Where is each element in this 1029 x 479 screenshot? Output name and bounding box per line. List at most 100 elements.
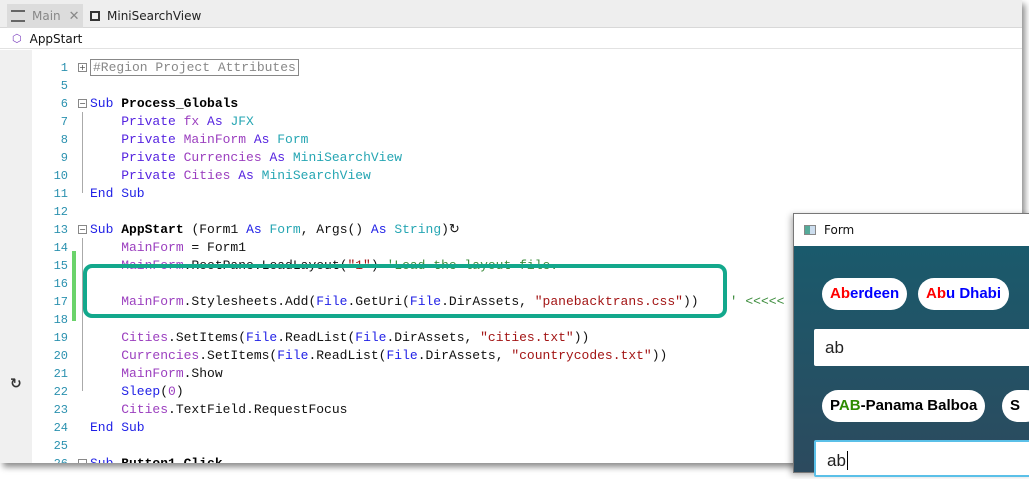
code-token: Button1_Click <box>121 456 222 463</box>
chip-rest: u Dhabi <box>946 285 1001 302</box>
input-value: ab <box>827 451 846 470</box>
line-number: 1 <box>60 61 68 75</box>
tab-main[interactable]: Main ✕ <box>7 4 83 28</box>
line-number: 12 <box>53 205 68 219</box>
code-token: As <box>246 222 270 237</box>
code-token: .SetItems( <box>199 348 278 363</box>
code-token: .TextField.RequestFocus <box>168 402 348 417</box>
code-token: MainForm <box>90 366 184 381</box>
code-token: File <box>246 330 278 345</box>
code-token: As <box>253 132 278 147</box>
tab-bar: Main ✕ MiniSearchView <box>0 0 1022 28</box>
form-titlebar: Form <box>794 214 1029 245</box>
code-token: File <box>277 348 309 363</box>
chip-prefix: P <box>830 397 839 414</box>
form-title: Form <box>824 222 855 237</box>
code-text: End Sub <box>90 419 145 437</box>
code-text: End Sub <box>90 185 145 203</box>
code-token: Cities <box>90 402 169 417</box>
code-token: MiniSearchView <box>292 150 403 165</box>
currency-chip[interactable]: PAB-Panama Balboa <box>822 390 986 422</box>
code-token: "cities.txt" <box>480 330 574 345</box>
line-number: 5 <box>60 79 68 93</box>
chip-match: AB <box>838 397 861 414</box>
code-token: Private <box>90 168 184 183</box>
line-number: 21 <box>53 367 68 381</box>
code-token: Private <box>90 132 184 147</box>
form-body: Aberdeen Abu Dhabi ab PAB-Panama Balboa … <box>794 246 1029 477</box>
code-token: Sub <box>90 222 122 237</box>
line-number: 8 <box>60 133 68 147</box>
code-token: As <box>207 114 231 129</box>
collapse-icon[interactable]: − <box>78 459 87 463</box>
tab-label: MiniSearchView <box>107 9 202 23</box>
chip-rest: -Panama Balboa <box>860 397 978 414</box>
class-module-icon <box>90 11 100 21</box>
code-line[interactable]: 10 Private Cities As MiniSearchView <box>0 167 1022 185</box>
code-token: .DirAssets, <box>386 330 481 345</box>
line-number: 10 <box>53 169 68 183</box>
code-text: Sleep(0) <box>90 383 183 401</box>
line-number: 7 <box>60 115 68 129</box>
close-icon[interactable]: ✕ <box>69 9 80 24</box>
line-number: 20 <box>53 349 68 363</box>
expand-icon[interactable]: + <box>78 63 87 72</box>
code-token: Currencies <box>183 150 270 165</box>
tab-minisearchview[interactable]: MiniSearchView <box>90 4 201 28</box>
chip-match: Ab <box>926 285 946 302</box>
code-token: JFX <box>230 114 254 129</box>
code-token: ( <box>160 384 169 399</box>
fold-guide <box>82 112 83 193</box>
code-token: )) <box>651 348 668 363</box>
code-token: Sub <box>90 96 122 111</box>
code-token: As <box>269 150 293 165</box>
code-text: #Region Project Attributes <box>90 59 299 77</box>
code-token: )) <box>573 330 590 345</box>
code-token: Sub <box>90 456 121 463</box>
breadcrumb[interactable]: ⬡ AppStart <box>0 29 1022 49</box>
code-token: MainForm <box>183 132 254 147</box>
code-token: Cities <box>183 168 239 183</box>
city-chip[interactable]: Aberdeen <box>822 278 908 310</box>
code-text: Sub Process_Globals <box>90 95 238 113</box>
code-line[interactable]: 8 Private MainForm As Form <box>0 131 1022 149</box>
code-line[interactable]: 11 End Sub <box>0 185 1022 203</box>
code-token: Private <box>90 114 184 129</box>
code-line[interactable]: 9 Private Currencies As MiniSearchView <box>0 149 1022 167</box>
chip-rest: erdeen <box>850 285 900 302</box>
collapse-icon[interactable]: − <box>78 99 87 108</box>
designer-icon <box>11 10 25 22</box>
code-token: .Show <box>183 366 223 381</box>
code-token: MiniSearchView <box>261 168 371 183</box>
highlight-box <box>83 264 727 318</box>
city-search-input[interactable]: ab <box>814 329 1029 366</box>
line-number: 16 <box>53 277 68 291</box>
line-number: 23 <box>53 403 68 417</box>
code-line[interactable]: 6 − Sub Process_Globals <box>0 95 1022 113</box>
code-text: Private Cities As MiniSearchView <box>90 167 371 185</box>
currency-search-input[interactable]: ab <box>814 440 1029 477</box>
code-token: As <box>370 222 395 237</box>
code-token: File <box>386 348 418 363</box>
code-line[interactable]: 1 + #Region Project Attributes <box>0 59 1022 77</box>
currency-chip[interactable]: S <box>1002 390 1029 422</box>
code-line[interactable]: 7 Private fx As JFX <box>0 113 1022 131</box>
code-text: Cities.TextField.RequestFocus <box>90 401 347 419</box>
change-marker <box>72 251 76 321</box>
code-token: .DirAssets, <box>417 348 512 363</box>
code-token: ' <<<<< <box>729 294 785 309</box>
code-token: .ReadList( <box>277 330 356 345</box>
code-line[interactable]: 5 <box>0 77 1022 95</box>
code-token: "countrycodes.txt" <box>511 348 652 363</box>
breadcrumb-label: AppStart <box>29 31 83 46</box>
line-number: 11 <box>53 187 68 201</box>
code-text: Private MainForm As Form <box>90 131 308 149</box>
city-chip[interactable]: Abu Dhabi <box>918 278 1009 310</box>
restart-icon[interactable]: ↻ <box>10 376 22 392</box>
collapse-icon[interactable]: − <box>78 225 87 234</box>
code-token: String <box>394 222 442 237</box>
code-token: .ReadList( <box>308 348 387 363</box>
code-token: As <box>238 168 262 183</box>
code-token: )↻ <box>441 222 460 237</box>
line-number: 18 <box>53 313 68 327</box>
